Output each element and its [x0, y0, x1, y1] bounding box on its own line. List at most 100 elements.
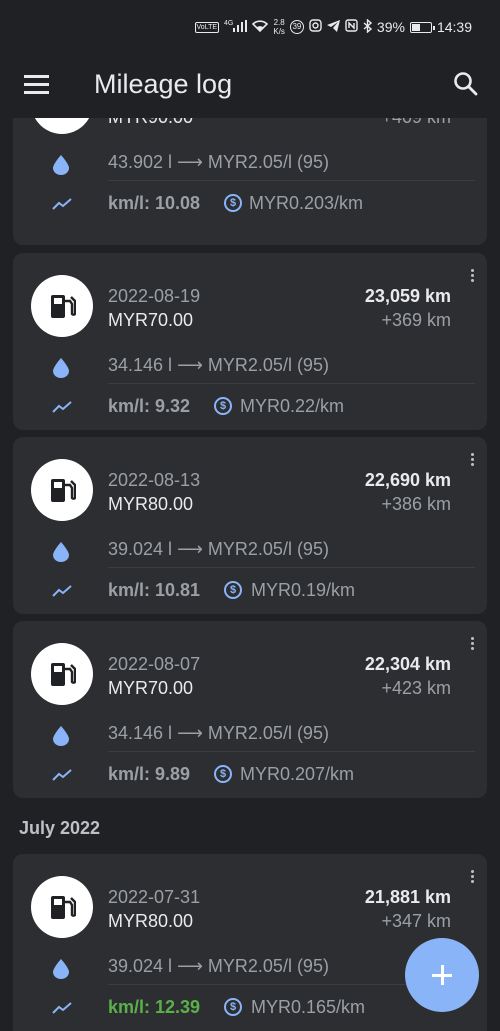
fuel-pump-icon — [31, 643, 93, 705]
fuel-drop-icon — [53, 155, 69, 175]
cost-per-km: MYR0.203/km — [249, 193, 364, 213]
entry-odometer: 21,881 km — [364, 887, 451, 907]
dollar-coin-icon: $ — [224, 581, 242, 599]
efficiency-row: km/l: 10.08 $ MYR0.203/km — [13, 191, 487, 220]
nfc-icon — [345, 19, 358, 35]
battery-percent: 39% — [376, 19, 405, 35]
volte-icon: VoLTE — [194, 21, 220, 33]
network-speed: 2.8 K/s — [273, 18, 285, 36]
entry-odometer: 23,059 km — [364, 286, 451, 306]
signal-label: 4G — [224, 19, 234, 27]
fuel-line: 39.024 l ⟶ MYR2.05/l (95) — [108, 539, 329, 560]
battery-icon — [409, 21, 435, 33]
trend-icon — [52, 769, 72, 781]
fuel-row: 39.024 l ⟶ MYR2.05/l (95) — [13, 537, 487, 566]
speed-unit: K/s — [273, 27, 285, 36]
divider — [108, 751, 475, 752]
entry-distance-delta: +409 km — [381, 118, 451, 128]
cost-per-km: MYR0.207/km — [240, 764, 355, 784]
telegram-icon — [326, 19, 340, 35]
fuel-drop-icon — [53, 959, 69, 979]
entry-card[interactable]: 2022-07-31 MYR80.00 21,881 km +347 km 39… — [13, 854, 487, 1031]
speed-value: 2.8 — [273, 18, 285, 27]
fuel-pump-icon — [31, 118, 93, 134]
entry-distance-delta: +369 km — [381, 310, 451, 330]
fuel-line: 43.902 l ⟶ MYR2.05/l (95) — [108, 152, 329, 173]
dollar-coin-icon: $ — [224, 998, 242, 1016]
fuel-volume: 43.902 l — [108, 152, 173, 172]
entry-date: 2022-08-07 — [108, 654, 201, 674]
entry-cost: MYR70.00 — [108, 310, 194, 330]
fuel-price: MYR2.05/l (95) — [207, 956, 329, 976]
cost-per-km: MYR0.165/km — [251, 997, 366, 1017]
fuel-drop-icon — [53, 358, 69, 378]
more-vert-icon[interactable] — [471, 269, 475, 283]
instagram-icon — [309, 19, 322, 35]
trend-icon — [52, 198, 72, 210]
arrow: ⟶ — [177, 355, 203, 375]
fuel-volume: 34.146 l — [108, 723, 173, 743]
more-vert-icon[interactable] — [471, 870, 475, 884]
search-icon[interactable] — [452, 70, 480, 98]
fuel-row: 34.146 l ⟶ MYR2.05/l (95) — [13, 721, 487, 750]
entry-date: 2022-08-13 — [108, 470, 201, 490]
bluetooth-icon — [363, 17, 372, 36]
entry-card[interactable]: 2022-08-19 MYR70.00 23,059 km +369 km 34… — [13, 253, 487, 430]
plus-icon-vertical — [441, 965, 444, 985]
status-bar: VoLTE 4G 2.8 K/s 39 39% 14:39 — [0, 0, 500, 58]
fuel-line: 34.146 l ⟶ MYR2.05/l (95) — [108, 355, 329, 376]
entry-odometer: 22,690 km — [364, 470, 451, 490]
fuel-efficiency: km/l: 9.32 — [108, 396, 191, 416]
cost-per-km: MYR0.19/km — [251, 580, 356, 600]
arrow: ⟶ — [177, 956, 203, 976]
fuel-price: MYR2.05/l (95) — [207, 723, 329, 743]
fuel-line: 39.024 l ⟶ MYR2.05/l (95) — [108, 956, 329, 977]
entry-distance-delta: +423 km — [381, 678, 451, 698]
wifi-icon — [252, 19, 269, 35]
fuel-volume: 34.146 l — [108, 355, 173, 375]
app-bar: Mileage log — [0, 58, 500, 118]
month-section-header: July 2022 — [19, 818, 101, 838]
entry-cost: MYR80.00 — [108, 494, 194, 514]
clock: 14:39 — [436, 19, 472, 35]
arrow: ⟶ — [177, 152, 203, 172]
trend-icon — [52, 401, 72, 413]
fuel-efficiency: km/l: 12.39 — [108, 997, 201, 1017]
fuel-efficiency: km/l: 9.89 — [108, 764, 191, 784]
fuel-drop-icon — [53, 542, 69, 562]
entry-date: 2022-07-31 — [108, 887, 201, 907]
entry-cost: MYR70.00 — [108, 678, 194, 698]
entry-card[interactable]: MYR90.00 +409 km 43.902 l ⟶ MYR2.05/l (9… — [13, 118, 487, 245]
fuel-price: MYR2.05/l (95) — [207, 539, 329, 559]
efficiency-row: km/l: 9.32 $ MYR0.22/km — [13, 394, 487, 423]
entry-odometer: 22,304 km — [364, 654, 451, 674]
divider — [108, 383, 475, 384]
arrow: ⟶ — [177, 723, 203, 743]
cost-per-km: MYR0.22/km — [240, 396, 345, 416]
mileage-list[interactable]: MYR90.00 +409 km 43.902 l ⟶ MYR2.05/l (9… — [0, 118, 500, 1031]
more-vert-icon[interactable] — [471, 453, 475, 467]
fuel-price: MYR2.05/l (95) — [207, 152, 329, 172]
entry-card[interactable]: 2022-08-13 MYR80.00 22,690 km +386 km 39… — [13, 437, 487, 614]
notification-count-icon: 39 — [289, 20, 304, 34]
fuel-price: MYR2.05/l (95) — [207, 355, 329, 375]
fuel-pump-icon — [31, 459, 93, 521]
entry-date: 2022-08-19 — [108, 286, 201, 306]
fuel-efficiency: km/l: 10.81 — [108, 580, 201, 600]
dollar-coin-icon: $ — [224, 194, 242, 212]
fuel-pump-icon — [31, 876, 93, 938]
trend-icon — [52, 1002, 72, 1014]
entry-cost: MYR90.00 — [108, 118, 193, 128]
efficiency-row: km/l: 10.81 $ MYR0.19/km — [13, 578, 487, 607]
menu-icon[interactable] — [24, 74, 50, 94]
more-vert-icon[interactable] — [471, 637, 475, 651]
fuel-drop-icon — [53, 726, 69, 746]
add-entry-button[interactable] — [405, 938, 479, 1012]
entry-card[interactable]: 2022-08-07 MYR70.00 22,304 km +423 km 34… — [13, 621, 487, 798]
fuel-volume: 39.024 l — [108, 539, 173, 559]
divider — [108, 180, 475, 181]
fuel-row: 34.146 l ⟶ MYR2.05/l (95) — [13, 353, 487, 382]
fuel-row: 43.902 l ⟶ MYR2.05/l (95) — [13, 150, 487, 179]
fuel-volume: 39.024 l — [108, 956, 173, 976]
page-title: Mileage log — [94, 69, 233, 99]
